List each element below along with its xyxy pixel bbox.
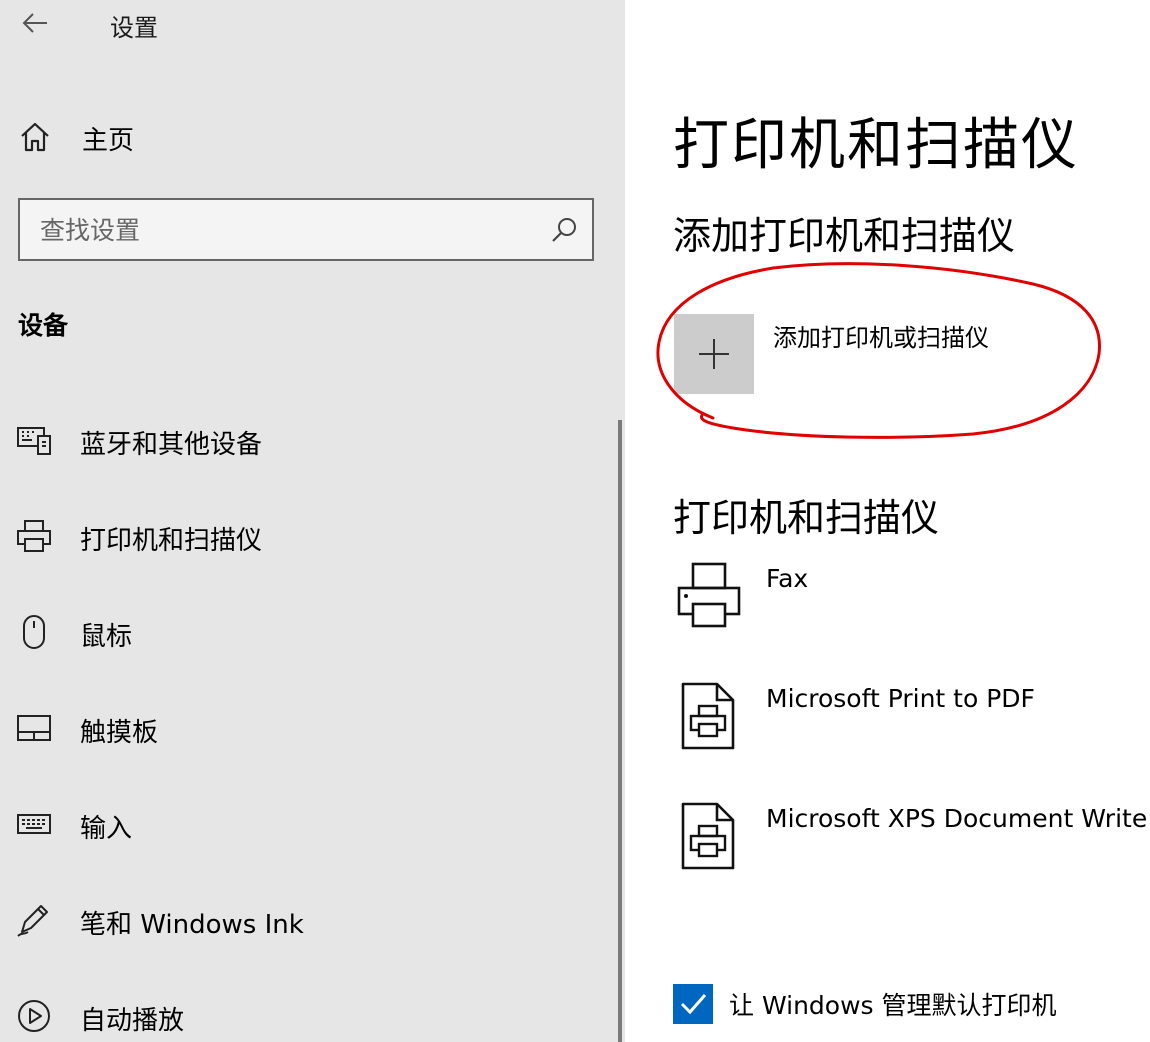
sidebar-item-home[interactable]: 主页 <box>0 110 610 162</box>
printer-name: Fax <box>766 564 809 593</box>
printer-item-fax[interactable]: Fax <box>673 560 1150 650</box>
section-title: 设备 <box>18 311 69 340</box>
fax-printer-icon <box>677 562 741 628</box>
sidebar-item-mouse[interactable]: 鼠标 <box>0 600 610 664</box>
printer-item-xps[interactable]: Microsoft XPS Document Write <box>673 800 1150 890</box>
document-printer-icon <box>681 802 735 870</box>
checkbox-label: 让 Windows 管理默认打印机 <box>729 991 1057 1020</box>
mouse-icon <box>23 615 45 649</box>
app-title: 设置 <box>110 14 158 42</box>
sidebar-item-pen[interactable]: 笔和 Windows Ink <box>0 888 610 952</box>
sidebar-item-label: 鼠标 <box>80 622 133 652</box>
main-content: 打印机和扫描仪 添加打印机和扫描仪 添加打印机或扫描仪 打印机和扫描仪 Fax … <box>625 0 1150 1042</box>
sidebar-item-label: 主页 <box>82 126 135 156</box>
search-icon[interactable] <box>550 216 578 244</box>
back-button[interactable] <box>18 6 52 40</box>
sidebar-item-label: 自动播放 <box>80 1006 185 1036</box>
checkmark-icon <box>680 994 707 1015</box>
sidebar-item-label: 打印机和扫描仪 <box>80 526 263 556</box>
search-box <box>18 198 594 261</box>
sidebar-item-autoplay[interactable]: 自动播放 <box>0 984 610 1042</box>
add-section-title: 添加打印机和扫描仪 <box>673 214 1016 258</box>
printer-name: Microsoft XPS Document Write <box>766 804 1148 833</box>
page-title: 打印机和扫描仪 <box>673 113 1079 178</box>
sidebar-item-label: 笔和 Windows Ink <box>80 910 304 940</box>
touchpad-icon <box>17 715 51 741</box>
document-printer-icon <box>681 682 735 750</box>
sidebar-item-typing[interactable]: 输入 <box>0 792 610 856</box>
checkbox[interactable] <box>673 984 713 1024</box>
bluetooth-devices-icon <box>17 427 51 455</box>
add-printer-label[interactable]: 添加打印机或扫描仪 <box>773 318 989 353</box>
manage-default-printer-checkbox[interactable]: 让 Windows 管理默认打印机 <box>673 982 1150 1026</box>
sidebar-item-touchpad[interactable]: 触摸板 <box>0 696 610 760</box>
pen-icon <box>17 905 48 937</box>
back-arrow-icon <box>22 13 47 33</box>
sidebar-item-label: 触摸板 <box>80 718 159 748</box>
sidebar-item-label: 输入 <box>80 814 133 844</box>
printer-icon <box>17 520 51 552</box>
printer-item-pdf[interactable]: Microsoft Print to PDF <box>673 680 1150 770</box>
add-printer-button[interactable] <box>674 314 754 394</box>
autoplay-icon <box>18 1000 50 1032</box>
printer-name: Microsoft Print to PDF <box>766 684 1035 713</box>
sidebar-scrollbar[interactable] <box>618 420 622 1042</box>
keyboard-icon <box>17 814 51 834</box>
sidebar-item-bluetooth[interactable]: 蓝牙和其他设备 <box>0 408 610 472</box>
sidebar: 设置 主页 设备 蓝牙和其他设备 打印机和扫描仪 <box>0 0 625 1042</box>
search-input[interactable] <box>40 210 540 250</box>
sidebar-item-label: 蓝牙和其他设备 <box>80 430 263 460</box>
home-icon <box>21 122 49 152</box>
sidebar-item-printers[interactable]: 打印机和扫描仪 <box>0 504 610 568</box>
plus-icon <box>699 339 729 369</box>
printers-section-title: 打印机和扫描仪 <box>673 496 940 540</box>
